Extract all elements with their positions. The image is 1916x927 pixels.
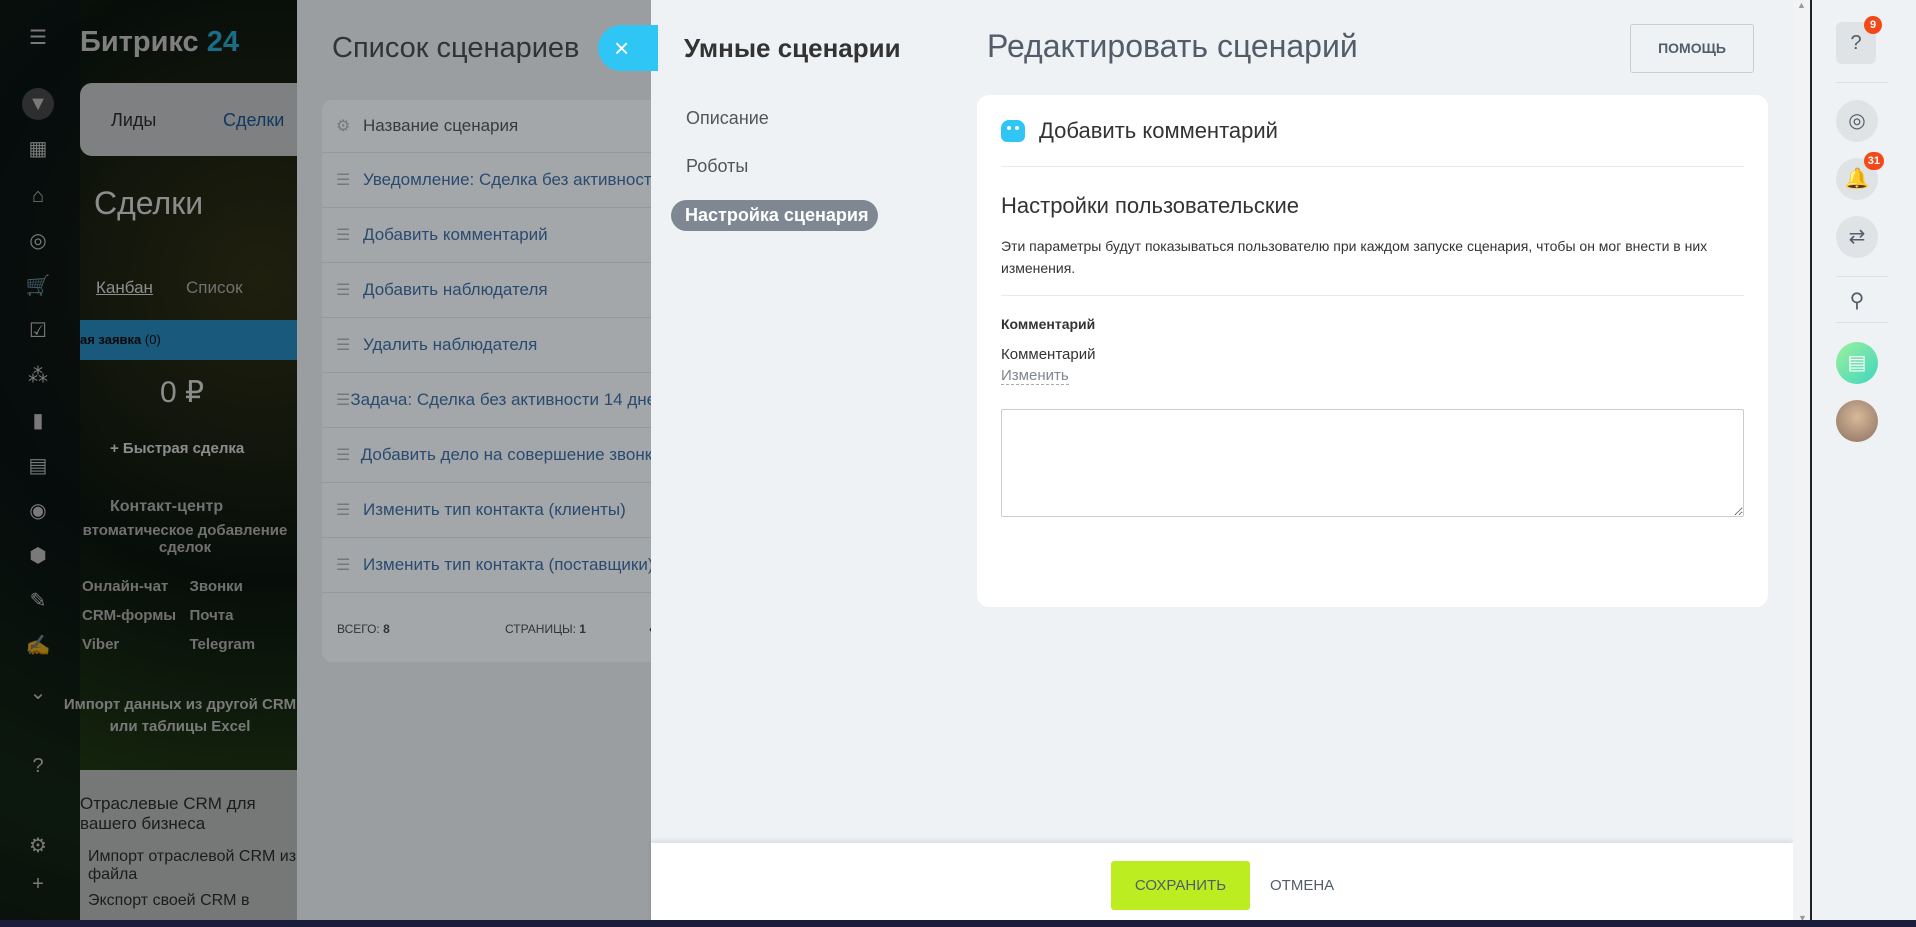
nav-robots[interactable]: Роботы	[686, 156, 748, 177]
table-row[interactable]: ☰ Добавить комментарий	[322, 208, 662, 263]
smart-scenarios-panel: Умные сценарии Описание Роботы Настройка…	[651, 0, 1812, 927]
table-row[interactable]: ☰ Изменить тип контакта (поставщики)	[322, 538, 662, 593]
list-title: Список сценариев	[332, 32, 580, 64]
avatar[interactable]	[1836, 400, 1878, 442]
crm-widget[interactable]: ◎	[1836, 100, 1878, 142]
table-row[interactable]: ☰ Уведомление: Сделка без активности	[322, 153, 662, 208]
search-button[interactable]: ⚲	[1836, 280, 1878, 322]
field-value: Комментарий	[1001, 346, 1096, 363]
circle-arrow-icon: ◎	[1848, 110, 1866, 132]
section-title: Настройки пользовательские	[1001, 193, 1299, 218]
scroll-up-icon[interactable]: ▲	[1793, 0, 1810, 10]
nav-scenario-settings[interactable]: Настройка сценария	[671, 200, 878, 231]
save-button[interactable]: СОХРАНИТЬ	[1111, 861, 1250, 910]
settings-card: Добавить комментарий Настройки пользоват…	[977, 95, 1768, 607]
table-row[interactable]: ☰ Добавить дело на совершение звонка	[322, 428, 662, 483]
scenario-table: ⚙ Название сценария ☰ Уведомление: Сделка …	[322, 100, 662, 662]
robot-icon	[1001, 119, 1025, 142]
help-badge: 9	[1864, 16, 1882, 34]
notif-badge: 31	[1863, 152, 1884, 170]
drag-icon[interactable]: ☰	[336, 280, 363, 300]
bell-icon: 🔔	[1844, 168, 1870, 190]
section-description: Эти параметры будут показываться пользов…	[1001, 235, 1744, 296]
taskbar	[0, 920, 1916, 927]
help-button[interactable]: ПОМОЩЬ	[1630, 24, 1754, 73]
chat-icon: ⇄	[1848, 226, 1866, 248]
news-widget[interactable]: ▤	[1836, 342, 1878, 384]
search-icon: ⚲	[1849, 290, 1865, 312]
chat-widget[interactable]: ⇄	[1836, 216, 1878, 258]
drag-icon[interactable]: ☰	[336, 170, 363, 190]
news-icon: ▤	[1847, 352, 1867, 374]
table-row[interactable]: ☰ Добавить наблюдателя	[322, 263, 662, 318]
close-button[interactable]: ×	[598, 25, 658, 71]
drag-icon[interactable]: ☰	[336, 335, 363, 355]
comment-textarea[interactable]	[1001, 409, 1744, 517]
scenario-list-panel: Список сценариев ⚙ Название сценария ☰ Уве…	[297, 0, 662, 927]
scrollbar[interactable]: ▲ ▼	[1793, 0, 1812, 927]
table-row[interactable]: ☰ Удалить наблюдателя	[322, 318, 662, 373]
nav-description[interactable]: Описание	[686, 108, 769, 129]
drag-icon[interactable]: ☰	[336, 390, 350, 410]
cancel-button[interactable]: ОТМЕНА	[1270, 861, 1334, 910]
gear-icon[interactable]: ⚙	[336, 116, 363, 136]
drag-icon[interactable]: ☰	[336, 555, 363, 575]
change-link[interactable]: Изменить	[1001, 367, 1069, 385]
panel-title: Умные сценарии	[684, 33, 901, 63]
table-header: ⚙ Название сценария	[322, 100, 662, 153]
drag-icon[interactable]: ☰	[336, 225, 363, 245]
footer-bar: СОХРАНИТЬ ОТМЕНА	[651, 843, 1793, 927]
table-row[interactable]: ☰ Задача: Сделка без активности 14 дней	[322, 373, 662, 428]
robot-header: Добавить комментарий	[1001, 95, 1744, 167]
close-icon: ×	[614, 33, 630, 63]
page-heading: Редактировать сценарий	[987, 28, 1358, 64]
table-row[interactable]: ☰ Изменить тип контакта (клиенты)	[322, 483, 662, 538]
question-icon: ?	[1850, 32, 1862, 54]
table-footer: ВСЕГО: 8СТРАНИЦЫ: 1‹	[337, 622, 667, 636]
help-widget[interactable]: ? 9	[1836, 16, 1882, 64]
drag-icon[interactable]: ☰	[336, 500, 363, 520]
drag-icon[interactable]: ☰	[336, 445, 361, 465]
right-bar: ? 9 ◎ 🔔 31 ⇄ ⚲ ▤	[1812, 0, 1916, 927]
notifications[interactable]: 🔔 31	[1836, 152, 1884, 200]
field-label: Комментарий	[1001, 316, 1096, 332]
